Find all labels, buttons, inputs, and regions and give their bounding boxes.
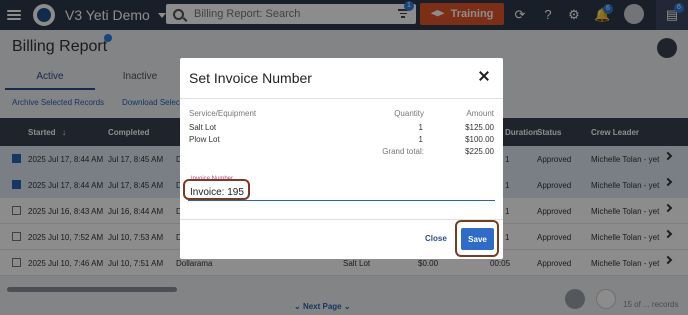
set-invoice-dialog: Set Invoice Number Service/Equipment Qua… <box>180 58 503 259</box>
item-quantity: 1 <box>418 135 423 144</box>
item-amount: $100.00 <box>465 135 494 144</box>
save-button[interactable]: Save <box>461 228 494 250</box>
dialog-title: Set Invoice Number <box>189 70 312 86</box>
col-quantity: Quantity <box>394 109 424 118</box>
divider <box>180 219 503 220</box>
item-quantity: 1 <box>418 123 423 132</box>
grand-total-label: Grand total: <box>382 147 424 156</box>
col-service: Service/Equipment <box>189 109 257 118</box>
close-icon[interactable] <box>478 70 490 82</box>
grand-total-value: $225.00 <box>465 147 494 156</box>
item-amount: $125.00 <box>465 123 494 132</box>
item-service: Plow Lot <box>189 135 220 144</box>
item-service: Salt Lot <box>189 123 217 132</box>
invoice-number-input[interactable]: Invoice: 195 <box>183 179 495 201</box>
col-amount: Amount <box>466 109 494 118</box>
close-button[interactable]: Close <box>425 234 447 243</box>
annotation-highlight <box>183 179 250 200</box>
divider <box>180 98 503 99</box>
